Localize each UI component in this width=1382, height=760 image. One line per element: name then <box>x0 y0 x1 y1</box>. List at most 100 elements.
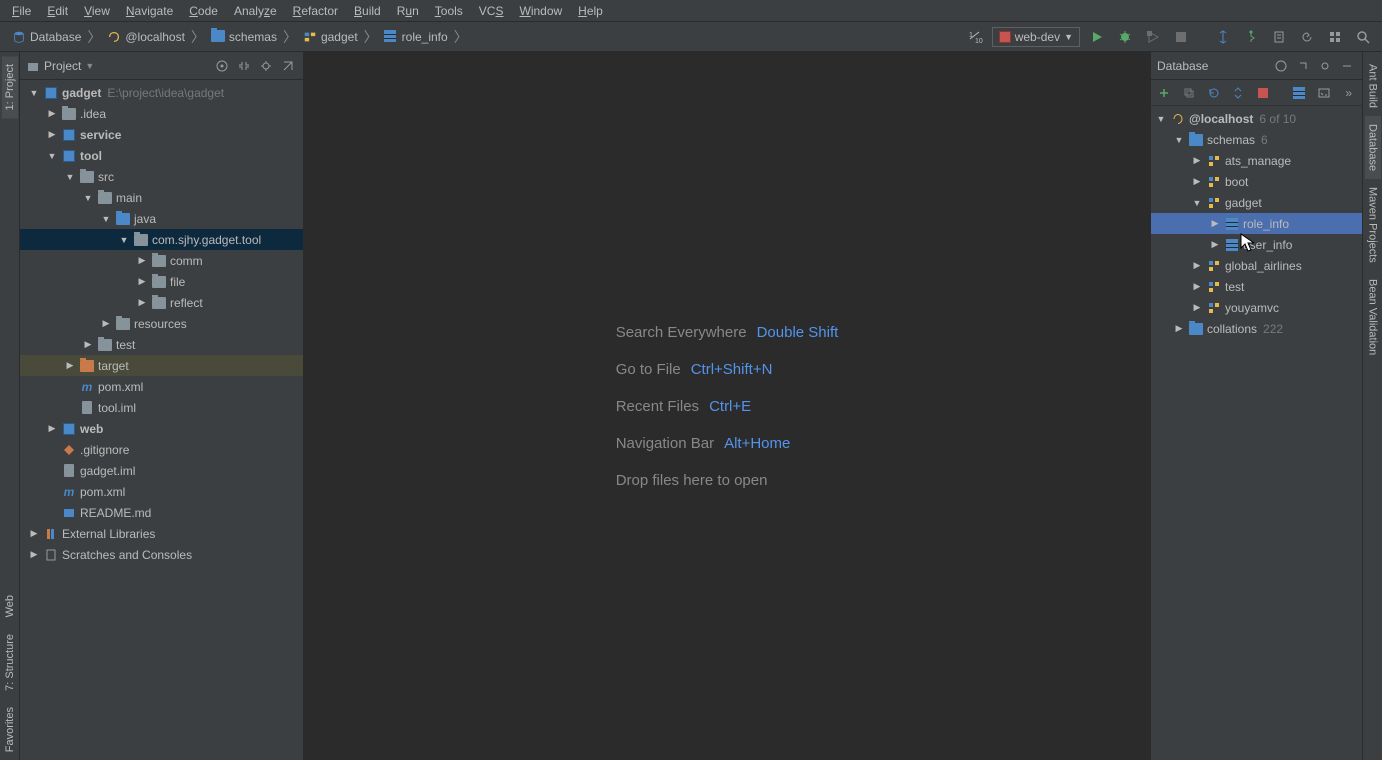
db-add-button[interactable] <box>1155 83 1174 103</box>
settings-button[interactable] <box>257 57 275 75</box>
db-tree-row[interactable]: ▶test <box>1151 276 1362 297</box>
menu-build[interactable]: Build <box>346 1 389 21</box>
menu-window[interactable]: Window <box>511 1 570 21</box>
coverage-button[interactable] <box>1142 26 1164 48</box>
project-tree-row[interactable]: README.md <box>20 502 303 523</box>
vcs-update-button[interactable] <box>1212 26 1234 48</box>
project-tree[interactable]: ▼gadgetE:\project\idea\gadget▶.idea▶serv… <box>20 80 303 760</box>
project-tree-row[interactable]: ▶Scratches and Consoles <box>20 544 303 565</box>
tree-arrow[interactable]: ▼ <box>1191 198 1203 208</box>
db-tree-row[interactable]: ▶global_airlines <box>1151 255 1362 276</box>
crumb-host[interactable]: @localhost <box>103 28 189 46</box>
menu-refactor[interactable]: Refactor <box>285 1 346 21</box>
project-tree-row[interactable]: tool.iml <box>20 397 303 418</box>
tree-arrow[interactable]: ▶ <box>46 129 58 140</box>
menu-tools[interactable]: Tools <box>427 1 471 21</box>
project-tree-row[interactable]: ▶web <box>20 418 303 439</box>
db-tree-row[interactable]: ▶boot <box>1151 171 1362 192</box>
db-more-button[interactable]: » <box>1339 83 1358 103</box>
tree-arrow[interactable]: ▼ <box>82 193 94 203</box>
project-tree-row[interactable]: ▼com.sjhy.gadget.tool <box>20 229 303 250</box>
tree-arrow[interactable]: ▶ <box>100 318 112 329</box>
db-duplicate-button[interactable] <box>1180 83 1199 103</box>
vcs-history-button[interactable] <box>1268 26 1290 48</box>
project-tree-row[interactable]: gadget.iml <box>20 460 303 481</box>
tree-arrow[interactable]: ▶ <box>1191 260 1203 271</box>
tree-arrow[interactable]: ▶ <box>1191 302 1203 313</box>
menu-navigate[interactable]: Navigate <box>118 1 181 21</box>
project-panel-title[interactable]: Project ▼ <box>26 59 213 73</box>
tree-arrow[interactable]: ▶ <box>64 360 76 371</box>
db-stop-button[interactable] <box>1254 83 1273 103</box>
editor-area[interactable]: Search EverywhereDouble ShiftGo to FileC… <box>304 52 1150 760</box>
tree-arrow[interactable]: ▶ <box>1209 218 1221 229</box>
tree-arrow[interactable]: ▼ <box>28 88 40 98</box>
tab-database[interactable]: Database <box>1365 116 1381 179</box>
project-tree-row[interactable]: ▶reflect <box>20 292 303 313</box>
db-collations-row[interactable]: ▶ collations 222 <box>1151 318 1362 339</box>
db-console-button[interactable] <box>1315 83 1334 103</box>
project-tree-row[interactable]: ▶comm <box>20 250 303 271</box>
tab-project[interactable]: 1: Project <box>2 56 18 118</box>
vcs-commit-button[interactable] <box>1240 26 1262 48</box>
locate-button[interactable] <box>213 57 231 75</box>
project-tree-row[interactable]: ▼tool <box>20 145 303 166</box>
tree-arrow[interactable]: ▶ <box>46 108 58 119</box>
menu-help[interactable]: Help <box>570 1 611 21</box>
project-tree-row[interactable]: ▶External Libraries <box>20 523 303 544</box>
project-tree-row[interactable]: ▶service <box>20 124 303 145</box>
tree-arrow[interactable]: ▼ <box>64 172 76 182</box>
hide-button[interactable] <box>279 57 297 75</box>
run-button[interactable] <box>1086 26 1108 48</box>
db-schemas-row[interactable]: ▼ schemas 6 <box>1151 129 1362 150</box>
crumb-database[interactable]: Database <box>8 28 85 46</box>
project-tree-row[interactable]: ▼gadgetE:\project\idea\gadget <box>20 82 303 103</box>
db-tree-row[interactable]: ▶role_info <box>1151 213 1362 234</box>
tree-arrow[interactable]: ▶ <box>1191 281 1203 292</box>
database-tree[interactable]: ▼ @localhost 6 of 10 ▼ schemas 6 ▶ats_ma… <box>1151 106 1362 760</box>
crumb-schemas[interactable]: schemas <box>207 28 281 46</box>
db-locate-button[interactable] <box>1272 57 1290 75</box>
project-tree-row[interactable]: ▶file <box>20 271 303 292</box>
tree-arrow[interactable]: ▶ <box>82 339 94 350</box>
tree-arrow[interactable]: ▼ <box>100 214 112 224</box>
crumb-role-info[interactable]: role_info <box>380 28 452 46</box>
debug-button[interactable] <box>1114 26 1136 48</box>
tree-arrow[interactable]: ▶ <box>136 297 148 308</box>
tree-arrow[interactable]: ▼ <box>46 151 58 161</box>
db-collapse-button[interactable] <box>1294 57 1312 75</box>
project-tree-row[interactable]: mpom.xml <box>20 376 303 397</box>
db-tree-row[interactable]: ▶ats_manage <box>1151 150 1362 171</box>
crumb-gadget[interactable]: gadget <box>299 28 362 46</box>
stop-button[interactable] <box>1170 26 1192 48</box>
project-tree-row[interactable]: ▶.idea <box>20 103 303 124</box>
project-tree-row[interactable]: ▼main <box>20 187 303 208</box>
db-tree-row[interactable]: ▶user_info <box>1151 234 1362 255</box>
menu-edit[interactable]: Edit <box>39 1 76 21</box>
db-hide-button[interactable] <box>1338 57 1356 75</box>
db-sync-button[interactable] <box>1229 83 1248 103</box>
line-col-button[interactable]: 110 <box>964 26 986 48</box>
db-settings-button[interactable] <box>1316 57 1334 75</box>
tree-arrow[interactable]: ▶ <box>28 528 40 539</box>
db-table-button[interactable] <box>1290 83 1309 103</box>
project-tree-row[interactable]: ▶test <box>20 334 303 355</box>
structure-button[interactable] <box>1324 26 1346 48</box>
search-button[interactable] <box>1352 26 1374 48</box>
project-tree-row[interactable]: ▶target <box>20 355 303 376</box>
menu-analyze[interactable]: Analyze <box>226 1 285 21</box>
menu-view[interactable]: View <box>76 1 118 21</box>
tree-arrow[interactable]: ▶ <box>1191 176 1203 187</box>
tree-arrow[interactable]: ▶ <box>1209 239 1221 250</box>
project-tree-row[interactable]: ▼java <box>20 208 303 229</box>
project-tree-row[interactable]: ▶resources <box>20 313 303 334</box>
tab-web[interactable]: Web <box>2 587 18 625</box>
menu-file[interactable]: File <box>4 1 39 21</box>
db-host-row[interactable]: ▼ @localhost 6 of 10 <box>1151 108 1362 129</box>
tab-ant-build[interactable]: Ant Build <box>1365 56 1381 116</box>
tree-arrow[interactable]: ▶ <box>46 423 58 434</box>
tab-bean-validation[interactable]: Bean Validation <box>1365 271 1381 363</box>
tab-structure[interactable]: 7: Structure <box>2 626 18 699</box>
project-tree-row[interactable]: .gitignore <box>20 439 303 460</box>
tree-arrow[interactable]: ▶ <box>136 255 148 266</box>
